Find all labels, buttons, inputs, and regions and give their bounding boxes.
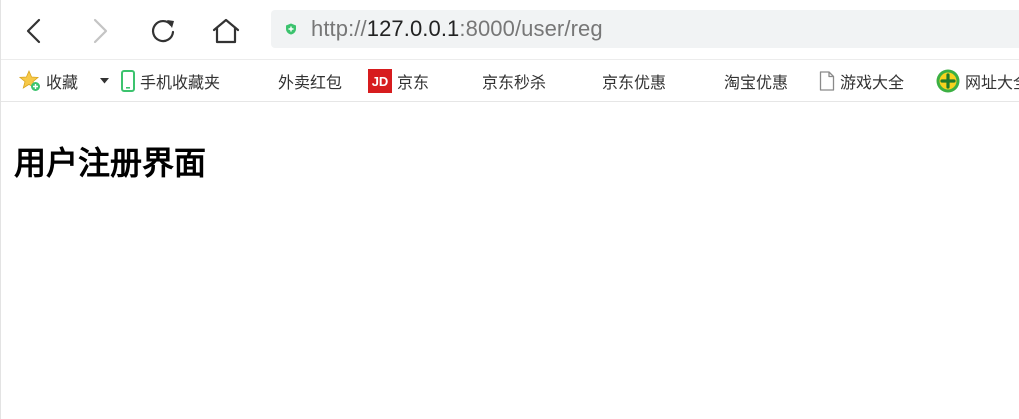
- bookmark-label: 游戏大全: [840, 73, 905, 92]
- bookmark-label: 外卖红包: [278, 73, 343, 92]
- bookmark-takeout-coupon[interactable]: 外卖红包: [278, 60, 343, 101]
- bookmark-label: 手机收藏夹: [140, 73, 221, 92]
- star-icon: [19, 70, 41, 92]
- address-bar[interactable]: http://127.0.0.1:8000/user/reg: [271, 10, 1019, 48]
- home-icon: [212, 18, 240, 44]
- bookmark-games[interactable]: 游戏大全: [819, 60, 913, 101]
- bookmark-web-directory[interactable]: 网址大全: [936, 60, 1019, 101]
- browser-window: http://127.0.0.1:8000/user/reg 收藏 手机收藏夹 …: [0, 0, 1019, 419]
- jd-logo-icon: JD: [368, 69, 392, 93]
- page-content: 用户注册界面: [1, 102, 1019, 419]
- chevron-right-icon: [93, 18, 108, 44]
- bookmark-label: 淘宝优惠: [724, 73, 789, 92]
- caret-down-icon: [100, 78, 109, 84]
- green-plus-icon: [936, 69, 960, 93]
- bookmark-favorites[interactable]: 收藏: [19, 60, 79, 101]
- browser-toolbar: http://127.0.0.1:8000/user/reg: [1, 0, 1019, 59]
- bookmark-mobile-favorites[interactable]: 手机收藏夹: [121, 60, 221, 101]
- jd-logo-text: JD: [372, 74, 389, 89]
- url-host: 127.0.0.1: [366, 16, 460, 41]
- favorites-dropdown[interactable]: [100, 60, 109, 101]
- back-button[interactable]: [15, 12, 55, 50]
- bookmark-jd-discount[interactable]: 京东优惠: [602, 60, 673, 101]
- reload-icon: [151, 19, 175, 43]
- chevron-left-icon: [26, 18, 41, 44]
- page-title: 用户注册界面: [14, 144, 207, 182]
- bookmark-jd-flash-sale[interactable]: 京东秒杀: [482, 60, 547, 101]
- phone-icon: [121, 70, 135, 92]
- url-path: :8000/user/reg: [459, 16, 603, 41]
- bookmark-label: 京东秒杀: [482, 73, 547, 92]
- bookmark-label: 京东优惠: [602, 73, 667, 92]
- forward-button[interactable]: [79, 12, 119, 50]
- bookmarks-bar: 收藏 手机收藏夹 外卖红包 JD 京东 京东秒杀 京东优惠 淘宝优惠 游戏大全 …: [1, 59, 1019, 102]
- bookmark-label: 京东: [397, 73, 430, 92]
- url-text: http://127.0.0.1:8000/user/reg: [311, 16, 603, 42]
- home-button[interactable]: [206, 12, 246, 50]
- bookmark-taobao-discount[interactable]: 淘宝优惠: [724, 60, 795, 101]
- page-icon: [819, 71, 835, 91]
- bookmark-label: 网址大全: [965, 73, 1019, 92]
- url-protocol: http://: [311, 16, 367, 41]
- bookmark-jd[interactable]: JD 京东: [368, 60, 430, 101]
- bookmark-label: 收藏: [46, 73, 79, 92]
- shield-icon: [286, 23, 296, 35]
- reload-button[interactable]: [143, 12, 183, 50]
